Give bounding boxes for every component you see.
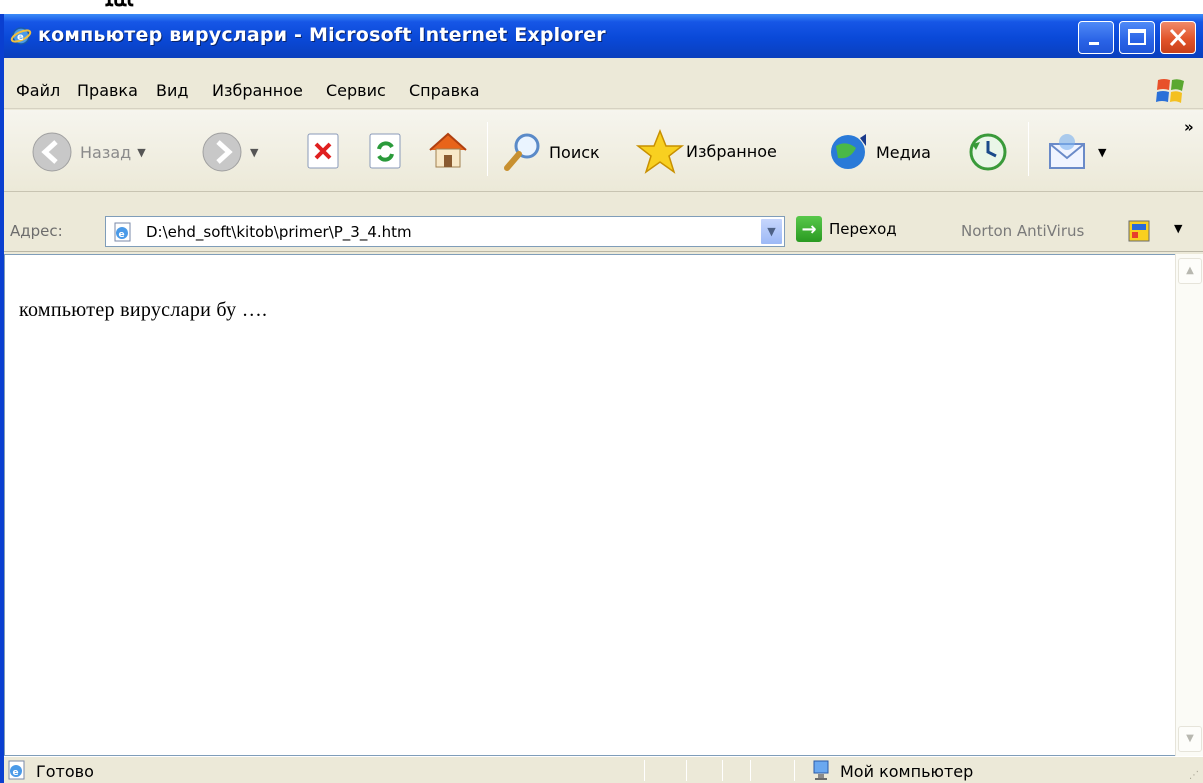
page-text: компьютер вируслари бу …. bbox=[19, 299, 268, 321]
toolbar-separator bbox=[1028, 122, 1029, 176]
mail-icon bbox=[1049, 134, 1085, 169]
close-icon bbox=[1169, 28, 1187, 47]
minimize-button[interactable] bbox=[1078, 21, 1114, 54]
address-bar: Адрес: e D:\ehd_soft\kitob\primer\P_3_4.… bbox=[4, 208, 1203, 252]
toolbar-more-icon[interactable]: » bbox=[1184, 118, 1194, 136]
home-icon bbox=[429, 132, 467, 168]
computer-zone-icon bbox=[813, 760, 829, 780]
status-divider bbox=[722, 760, 723, 781]
home-button[interactable] bbox=[424, 128, 472, 172]
toolbar-separator bbox=[487, 122, 488, 176]
status-divider bbox=[750, 760, 751, 781]
toolbar: Назад ▼ ▼ Поиск Избранное Медиа ▼ bbox=[4, 110, 1203, 192]
star-icon bbox=[636, 128, 684, 174]
menu-view[interactable]: Вид bbox=[156, 81, 188, 100]
address-dropdown-icon[interactable]: ▼ bbox=[760, 218, 783, 245]
favorites-button[interactable]: Избранное bbox=[636, 128, 777, 174]
mail-dropdown-icon[interactable]: ▼ bbox=[1098, 146, 1106, 159]
back-dropdown-icon[interactable]: ▼ bbox=[137, 146, 145, 159]
svg-text:e: e bbox=[17, 32, 24, 43]
refresh-button[interactable] bbox=[366, 132, 406, 172]
svg-text:e: e bbox=[119, 230, 125, 240]
forward-arrow-icon bbox=[202, 132, 242, 172]
search-label: Поиск bbox=[549, 142, 600, 162]
close-button[interactable] bbox=[1160, 21, 1196, 54]
ie-logo-icon: e bbox=[10, 27, 32, 45]
media-button[interactable]: Медиа bbox=[826, 130, 931, 174]
history-button[interactable] bbox=[966, 130, 1010, 174]
resize-grip-icon[interactable]: ⋰ bbox=[1189, 770, 1199, 781]
stop-button[interactable] bbox=[304, 132, 344, 172]
menu-bar: Файл Правка Вид Избранное Сервис Справка bbox=[4, 72, 1203, 109]
history-icon bbox=[969, 133, 1007, 171]
maximize-icon bbox=[1128, 29, 1146, 45]
back-arrow-icon bbox=[32, 132, 72, 172]
maximize-button[interactable] bbox=[1119, 21, 1155, 54]
forward-dropdown-icon[interactable]: ▼ bbox=[250, 146, 258, 159]
status-divider bbox=[686, 760, 687, 781]
back-label: Назад bbox=[80, 142, 132, 162]
refresh-icon bbox=[369, 133, 401, 169]
scroll-down-icon[interactable]: ▼ bbox=[1178, 726, 1202, 752]
title-bar[interactable]: e компьютер вируслари - Microsoft Intern… bbox=[4, 14, 1203, 58]
status-bar: e Готово Мой компьютер ⋰ bbox=[4, 756, 1203, 783]
zone-text: Мой компьютер bbox=[840, 762, 974, 781]
address-label: Адрес: bbox=[10, 222, 63, 240]
go-button[interactable]: → Переход bbox=[796, 216, 897, 242]
svg-text:e: e bbox=[13, 768, 19, 778]
stop-icon bbox=[307, 133, 339, 169]
browser-window: e компьютер вируслари - Microsoft Intern… bbox=[0, 14, 1203, 783]
favorites-label: Избранное bbox=[686, 141, 777, 161]
address-input[interactable]: e D:\ehd_soft\kitob\primer\P_3_4.htm ▼ bbox=[105, 216, 785, 247]
menu-favorites[interactable]: Избранное bbox=[212, 81, 303, 100]
page-content: компьютер вируслари бу …. bbox=[4, 254, 1179, 756]
page-icon: e bbox=[114, 222, 131, 242]
address-value: D:\ehd_soft\kitob\primer\P_3_4.htm bbox=[146, 223, 412, 241]
menu-edit[interactable]: Правка bbox=[77, 81, 138, 100]
search-button[interactable]: Поиск bbox=[501, 130, 600, 174]
windows-logo-icon bbox=[1156, 79, 1184, 103]
norton-dropdown-icon[interactable]: ▼ bbox=[1174, 222, 1182, 235]
minimize-icon bbox=[1089, 42, 1099, 45]
back-button[interactable]: Назад ▼ bbox=[30, 130, 146, 174]
status-text: Готово bbox=[36, 762, 94, 781]
vertical-scrollbar[interactable]: ▲ ▼ bbox=[1175, 254, 1203, 756]
media-icon bbox=[831, 134, 866, 169]
media-label: Медиа bbox=[876, 142, 931, 162]
menu-file[interactable]: Файл bbox=[16, 81, 60, 100]
page-top-text: ﺎﻨﺎﻨ bbox=[106, 0, 133, 12]
status-divider bbox=[644, 760, 645, 781]
go-arrow-icon: → bbox=[796, 216, 822, 242]
status-divider bbox=[794, 760, 795, 781]
window-title: компьютер вируслари - Microsoft Internet… bbox=[38, 24, 606, 46]
norton-antivirus-label[interactable]: Norton AntiVirus bbox=[961, 222, 1084, 240]
forward-button[interactable]: ▼ bbox=[200, 130, 258, 174]
status-page-icon: e bbox=[8, 760, 25, 780]
norton-icon[interactable] bbox=[1128, 220, 1150, 242]
go-label: Переход bbox=[829, 220, 897, 238]
mail-button[interactable]: ▼ bbox=[1044, 130, 1106, 174]
menu-help[interactable]: Справка bbox=[409, 81, 480, 100]
menu-tools[interactable]: Сервис bbox=[326, 81, 386, 100]
scroll-up-icon[interactable]: ▲ bbox=[1178, 258, 1202, 284]
search-icon bbox=[504, 133, 540, 171]
